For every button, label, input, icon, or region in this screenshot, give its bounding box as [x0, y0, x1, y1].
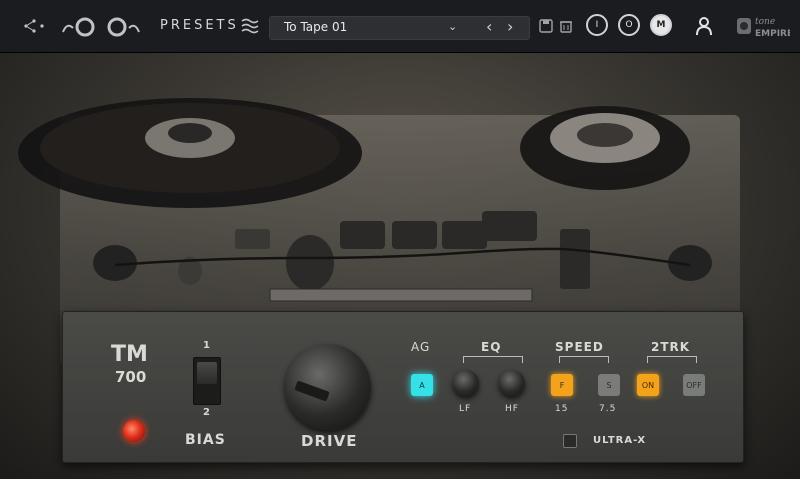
- redo-icon[interactable]: [104, 14, 144, 38]
- lf-label: LF: [459, 404, 472, 414]
- eq-bracket: [463, 356, 523, 363]
- ag-button-label: A: [419, 380, 425, 390]
- trk-bracket: [647, 356, 697, 363]
- trk-on-label: ON: [641, 380, 655, 390]
- brand-logo: tone EMPIRE: [735, 12, 790, 40]
- drive-knob[interactable]: [285, 344, 371, 430]
- speed-fast-label: F: [559, 380, 565, 390]
- bias-top-label: 1: [203, 340, 211, 351]
- chevron-right-icon[interactable]: ›: [507, 17, 513, 36]
- speed-75-label: 7.5: [599, 404, 617, 414]
- eq-label: EQ: [481, 340, 502, 354]
- speed-slow-label: S: [606, 380, 612, 390]
- bias-switch-handle: [197, 362, 217, 384]
- trk-off-button[interactable]: OFF: [683, 374, 705, 396]
- trk-off-label: OFF: [686, 380, 702, 390]
- speed-slow-button[interactable]: S: [598, 374, 620, 396]
- input-knob-label: I: [595, 20, 599, 30]
- trk-on-button[interactable]: ON: [637, 374, 659, 396]
- user-icon[interactable]: [694, 15, 714, 37]
- hf-label: HF: [505, 404, 519, 414]
- undo-icon[interactable]: [58, 14, 98, 38]
- trash-icon[interactable]: [558, 18, 574, 34]
- save-icon[interactable]: [538, 18, 554, 34]
- svg-text:tone: tone: [755, 17, 775, 27]
- tape-machine-scene: TM 700 1 2 BIAS DRIVE AG A EQ LF HF SPEE…: [0, 53, 800, 479]
- preset-selector[interactable]: To Tape 01 ⌄ ‹ ›: [269, 16, 530, 40]
- chevron-left-icon[interactable]: ‹: [486, 17, 492, 36]
- hf-knob[interactable]: [499, 370, 525, 396]
- drive-knob-pointer: [294, 380, 330, 402]
- model-label: TM: [111, 342, 148, 367]
- bias-label: BIAS: [185, 432, 226, 448]
- mix-knob-label: M: [656, 20, 666, 30]
- power-led[interactable]: [123, 420, 145, 442]
- speed-fast-button[interactable]: F: [551, 374, 573, 396]
- output-knob[interactable]: O: [618, 14, 640, 36]
- trk-label: 2TRK: [651, 340, 691, 354]
- output-knob-label: O: [625, 20, 633, 30]
- bias-bottom-label: 2: [203, 407, 211, 418]
- speed-bracket: [559, 356, 609, 363]
- model-number: 700: [115, 368, 147, 386]
- ag-label: AG: [411, 340, 431, 354]
- ultrax-label: ULTRA-X: [593, 435, 647, 446]
- preset-list-icon[interactable]: [240, 16, 260, 36]
- share-icon[interactable]: [22, 16, 46, 36]
- speed-label: SPEED: [555, 340, 604, 354]
- preset-name: To Tape 01: [284, 20, 348, 34]
- svg-text:EMPIRE: EMPIRE: [755, 29, 790, 39]
- control-panel: TM 700 1 2 BIAS DRIVE AG A EQ LF HF SPEE…: [62, 311, 744, 463]
- lf-knob[interactable]: [453, 370, 479, 396]
- top-bar: PRESETS To Tape 01 ⌄ ‹ › I O M tone EMPIR…: [0, 0, 800, 53]
- mix-knob[interactable]: M: [650, 14, 672, 36]
- ultrax-toggle[interactable]: [563, 434, 577, 448]
- presets-label: PRESETS: [160, 18, 239, 33]
- bias-switch[interactable]: [193, 357, 221, 405]
- ag-button[interactable]: A: [411, 374, 433, 396]
- drive-label: DRIVE: [301, 432, 358, 450]
- input-knob[interactable]: I: [586, 14, 608, 36]
- speed-15-label: 15: [555, 404, 569, 414]
- chevron-down-icon: ⌄: [448, 20, 458, 33]
